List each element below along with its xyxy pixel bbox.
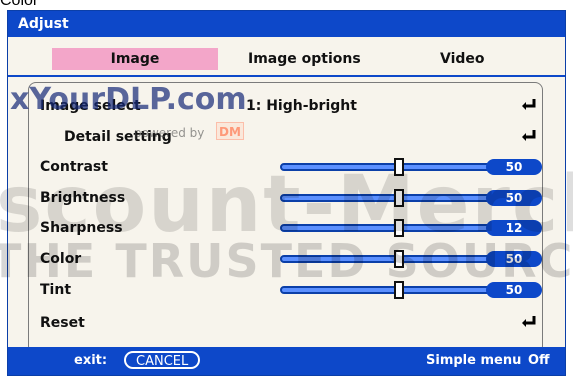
color-value: 50 bbox=[486, 251, 542, 267]
sharpness-slider[interactable] bbox=[280, 219, 520, 237]
row-color[interactable]: Color 50 bbox=[40, 247, 560, 271]
window-title: Adjust bbox=[8, 11, 565, 37]
value-image-select: 1: High-bright bbox=[246, 98, 357, 114]
row-tint[interactable]: Tint 50 bbox=[40, 278, 560, 302]
sharpness-value: 12 bbox=[486, 220, 542, 236]
label-color: Color bbox=[40, 251, 82, 267]
label-image-select: Image select bbox=[40, 98, 141, 114]
slider-knob[interactable] bbox=[394, 281, 404, 299]
tab-image-options[interactable]: Image options bbox=[248, 48, 378, 70]
label-tint: Tint bbox=[40, 282, 72, 298]
slider-knob[interactable] bbox=[394, 250, 404, 268]
brightness-value: 50 bbox=[486, 190, 542, 206]
simple-menu-state[interactable]: Off bbox=[528, 353, 550, 368]
label-brightness: Brightness bbox=[40, 190, 126, 206]
brightness-slider[interactable] bbox=[280, 189, 520, 207]
tab-video[interactable]: Video bbox=[440, 48, 520, 70]
contrast-slider[interactable] bbox=[280, 158, 520, 176]
top-cut-label: Color bbox=[0, 0, 39, 9]
cancel-button[interactable]: CANCEL bbox=[124, 351, 201, 369]
row-reset[interactable]: Reset bbox=[40, 311, 560, 335]
tint-slider[interactable] bbox=[280, 281, 520, 299]
tab-underline bbox=[8, 75, 565, 77]
simple-menu-label: Simple menu bbox=[426, 353, 522, 368]
slider-knob[interactable] bbox=[394, 219, 404, 237]
slider-knob[interactable] bbox=[394, 189, 404, 207]
enter-icon[interactable] bbox=[520, 98, 538, 112]
footer-exit-label: exit: bbox=[74, 353, 108, 368]
color-slider[interactable] bbox=[280, 250, 520, 268]
label-detail-setting: Detail setting bbox=[64, 129, 172, 145]
contrast-value: 50 bbox=[486, 159, 542, 175]
row-brightness[interactable]: Brightness 50 bbox=[40, 186, 560, 210]
label-reset: Reset bbox=[40, 315, 85, 331]
adjust-window: Adjust Image Image options Video Image s… bbox=[7, 10, 566, 376]
slider-knob[interactable] bbox=[394, 158, 404, 176]
label-contrast: Contrast bbox=[40, 159, 108, 175]
row-detail-setting[interactable]: Detail setting bbox=[40, 125, 560, 149]
enter-icon[interactable] bbox=[520, 315, 538, 329]
enter-icon[interactable] bbox=[520, 129, 538, 143]
row-image-select[interactable]: Image select 1: High-bright bbox=[40, 94, 560, 118]
tab-bar: Image Image options Video bbox=[8, 42, 565, 77]
footer-bar: exit: CANCEL Simple menu Off bbox=[8, 347, 565, 375]
tab-image[interactable]: Image bbox=[52, 48, 218, 70]
label-sharpness: Sharpness bbox=[40, 220, 123, 236]
tint-value: 50 bbox=[486, 282, 542, 298]
row-sharpness[interactable]: Sharpness 12 bbox=[40, 216, 560, 240]
row-contrast[interactable]: Contrast 50 bbox=[40, 155, 560, 179]
